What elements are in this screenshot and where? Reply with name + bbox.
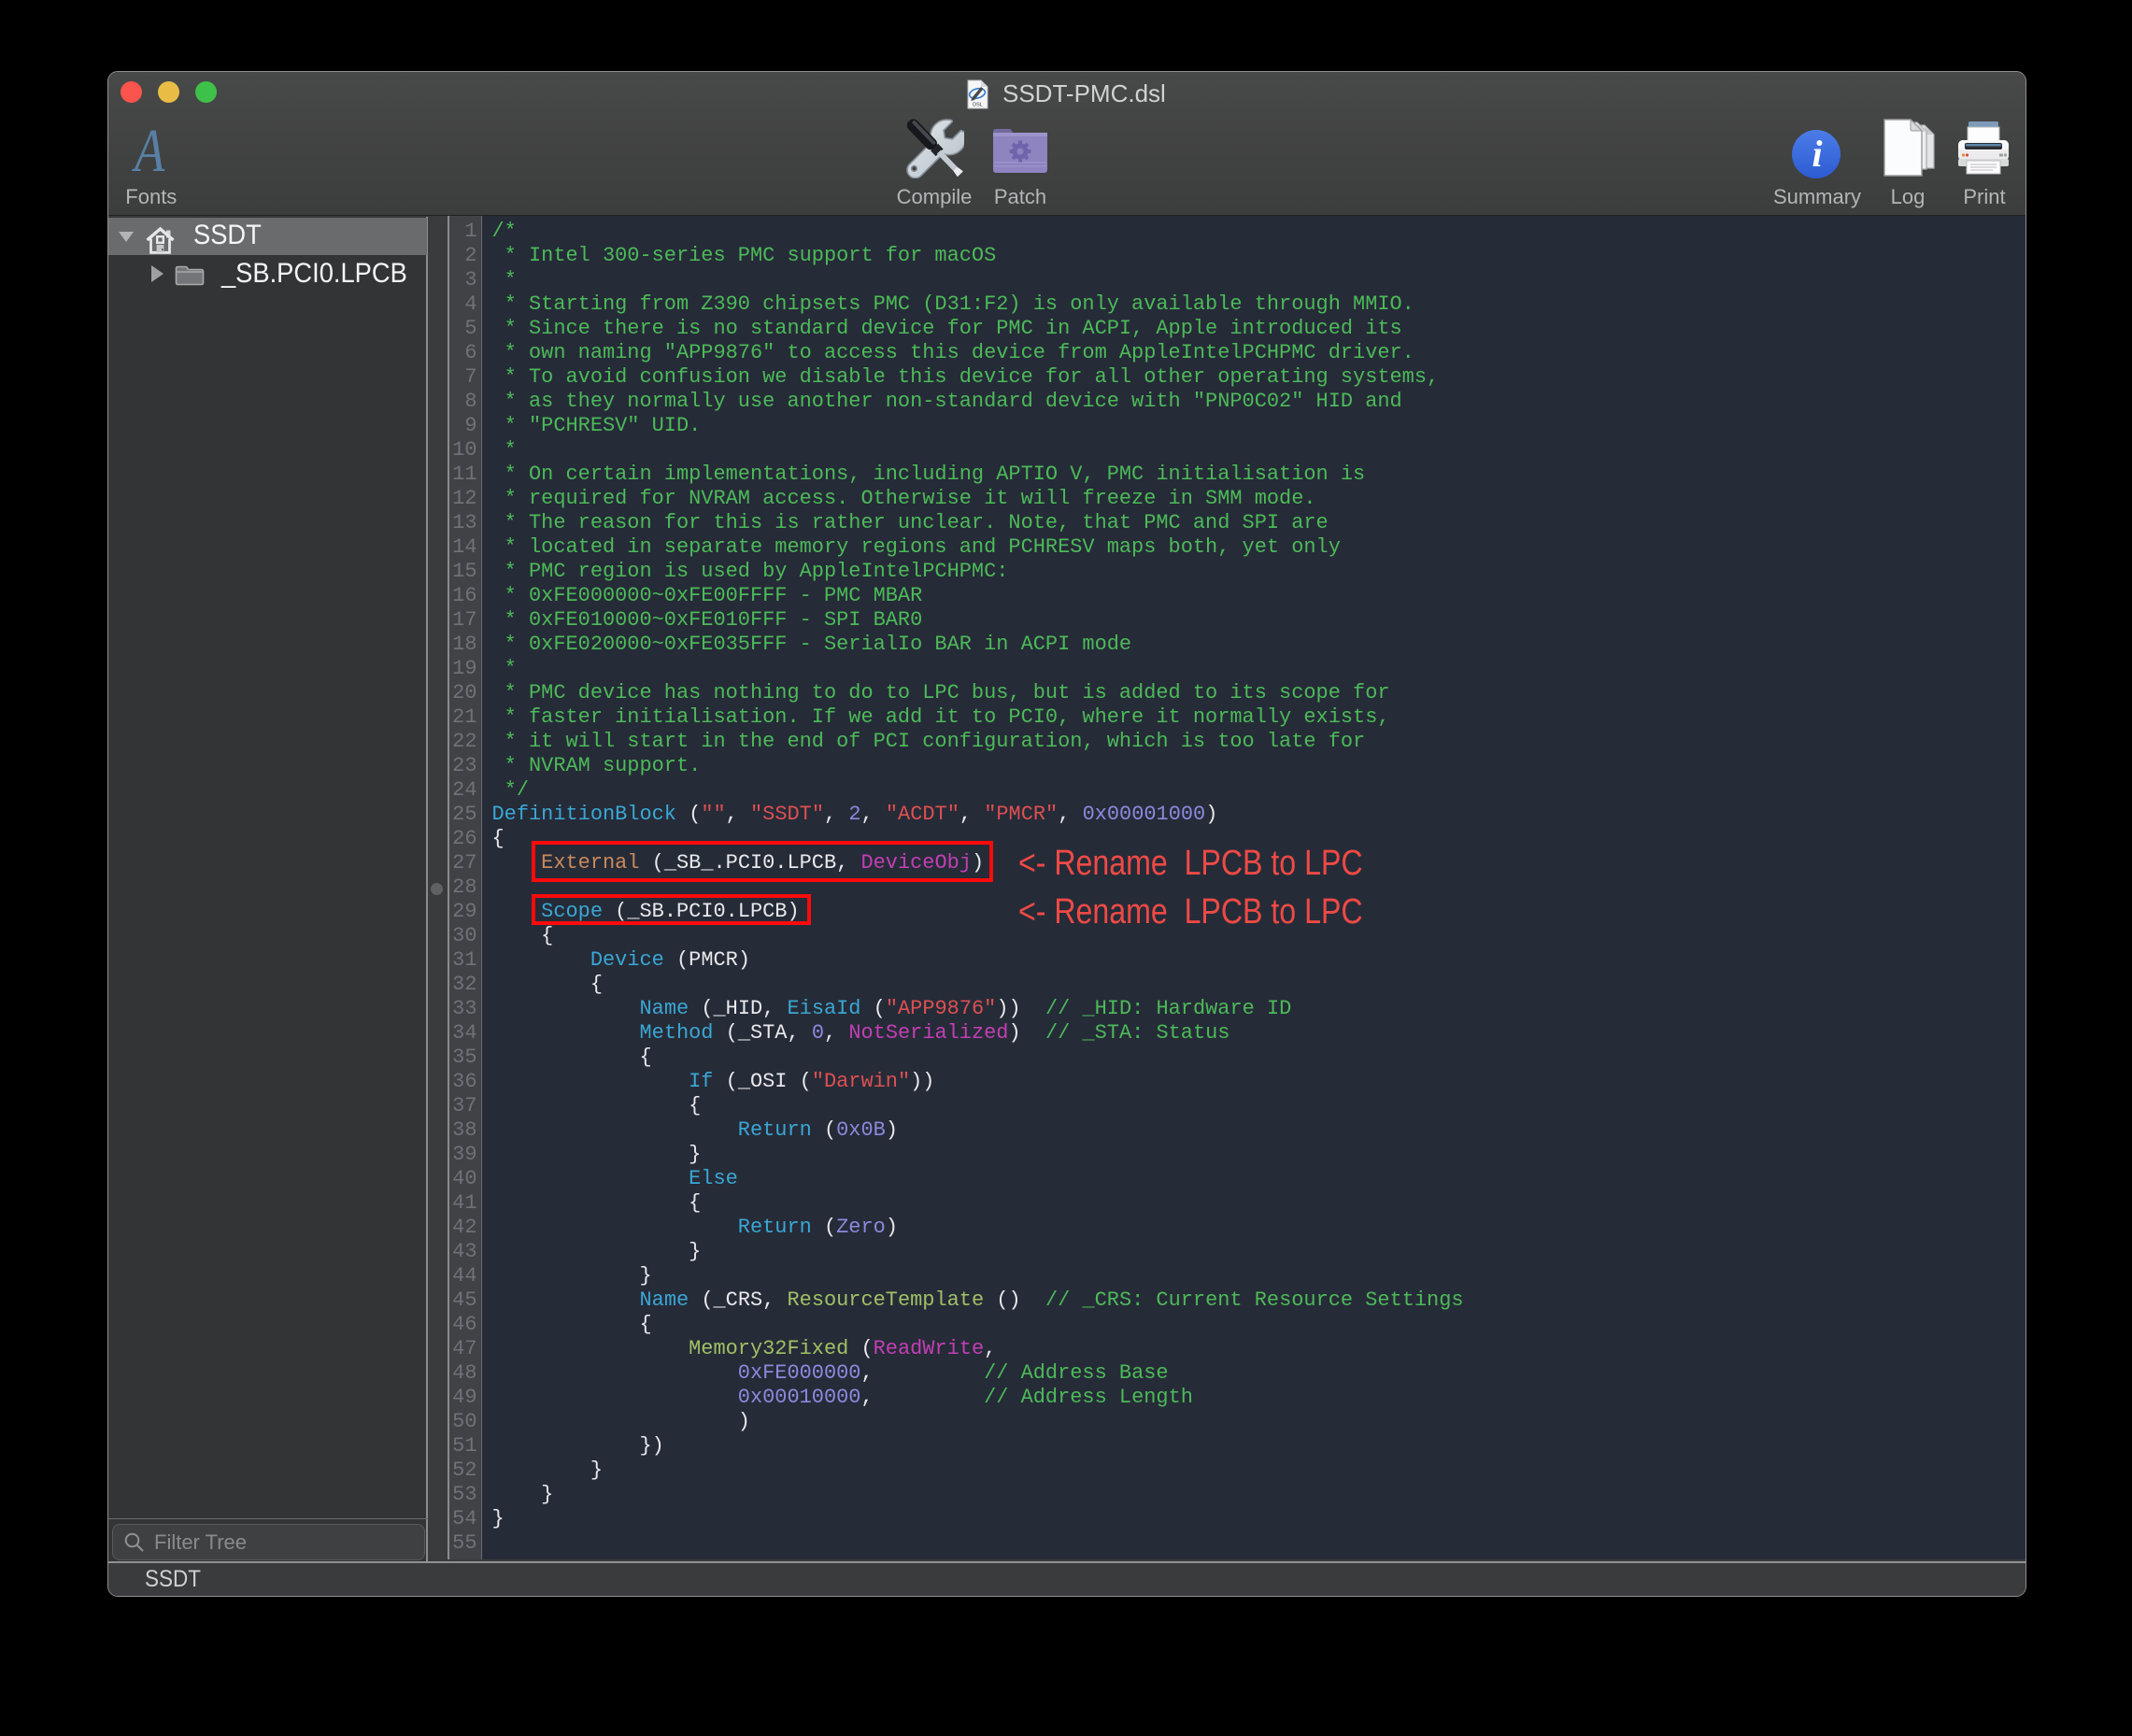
svg-text:i: i bbox=[1812, 133, 1822, 175]
svg-text:DSL: DSL bbox=[973, 103, 983, 108]
